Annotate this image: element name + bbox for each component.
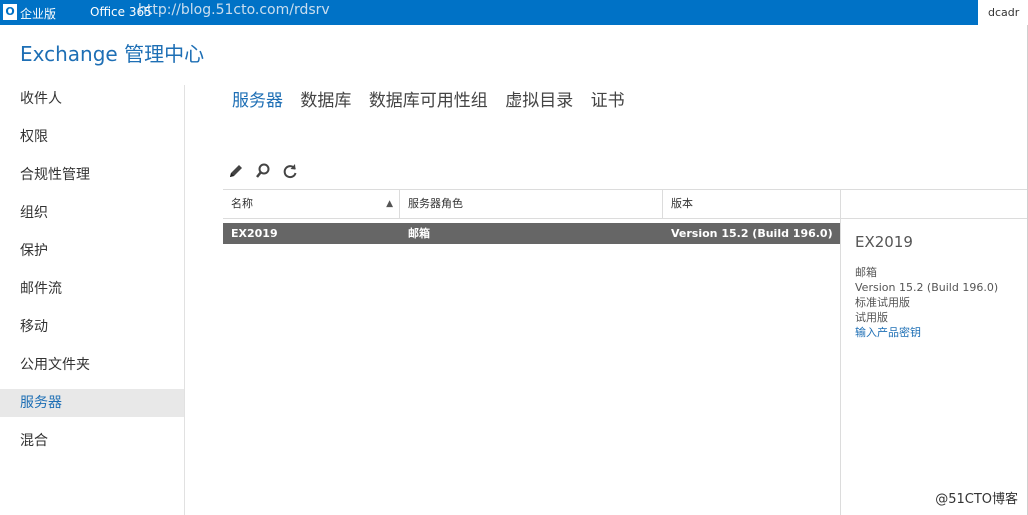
tab-virtual-directories[interactable]: 虚拟目录 (505, 91, 573, 111)
tab-databases[interactable]: 数据库 (300, 91, 351, 111)
sort-ascending-icon[interactable]: ▲ (386, 190, 393, 218)
table-row[interactable]: EX2019 邮箱 Version 15.2 (Build 196.0) (223, 223, 840, 244)
watermark-url: http://blog.51cto.com/rdsrv (138, 2, 330, 18)
sidebar-item-mobile[interactable]: 移动 (0, 313, 184, 341)
grid-header: 名称 ▲ 服务器角色 版本 (223, 189, 840, 219)
column-header-version[interactable]: 版本 (663, 190, 840, 218)
sidebar-item-compliance[interactable]: 合规性管理 (0, 161, 184, 189)
cell-role: 邮箱 (408, 227, 430, 240)
office-logo-icon[interactable]: O (3, 4, 17, 20)
details-server-name: EX2019 (855, 233, 913, 251)
watermark-text: @51CTO博客 (935, 492, 1018, 507)
toolbar (226, 160, 302, 180)
cell-version: Version 15.2 (Build 196.0) (671, 227, 833, 240)
tab-servers[interactable]: 服务器 (232, 91, 283, 111)
sidebar-item-servers[interactable]: 服务器 (0, 389, 184, 417)
top-bar: O 企业版 Office 365 http://blog.51cto.com/r… (0, 0, 1028, 25)
search-icon[interactable] (253, 161, 273, 181)
enterprise-label[interactable]: 企业版 (20, 5, 56, 22)
sidebar-item-protection[interactable]: 保护 (0, 237, 184, 265)
tab-strip: 服务器 数据库 数据库可用性组 虚拟目录 证书 (232, 86, 637, 111)
servers-grid: 名称 ▲ 服务器角色 版本 EX2019 邮箱 Version 15.2 (Bu… (223, 189, 840, 244)
sidebar-item-hybrid[interactable]: 混合 (0, 427, 184, 455)
user-menu[interactable]: dcadr (978, 0, 1028, 25)
details-license: 试用版 (855, 311, 888, 324)
sidebar: 收件人 权限 合规性管理 组织 保护 邮件流 移动 公用文件夹 服务器 混合 (0, 85, 185, 515)
pencil-icon[interactable] (226, 161, 246, 181)
sidebar-item-permissions[interactable]: 权限 (0, 123, 184, 151)
tab-dag[interactable]: 数据库可用性组 (369, 91, 488, 111)
sidebar-item-public-folders[interactable]: 公用文件夹 (0, 351, 184, 379)
details-edition: 标准试用版 (855, 296, 910, 309)
refresh-icon[interactable] (280, 161, 300, 181)
enter-product-key-link[interactable]: 输入产品密钥 (855, 325, 1028, 340)
column-header-name-label: 名称 (231, 197, 253, 210)
details-header (841, 189, 1028, 219)
sidebar-item-mail-flow[interactable]: 邮件流 (0, 275, 184, 303)
app-title: Exchange 管理中心 (20, 42, 205, 66)
sidebar-item-organization[interactable]: 组织 (0, 199, 184, 227)
details-pane: EX2019 邮箱 Version 15.2 (Build 196.0) 标准试… (840, 189, 1028, 515)
tab-certificates[interactable]: 证书 (591, 91, 625, 111)
column-header-name[interactable]: 名称 ▲ (223, 190, 400, 218)
details-role: 邮箱 (855, 266, 877, 279)
cell-name: EX2019 (231, 227, 278, 240)
details-version: Version 15.2 (Build 196.0) (855, 281, 999, 294)
column-header-role[interactable]: 服务器角色 (400, 190, 663, 218)
sidebar-item-recipients[interactable]: 收件人 (0, 85, 184, 113)
